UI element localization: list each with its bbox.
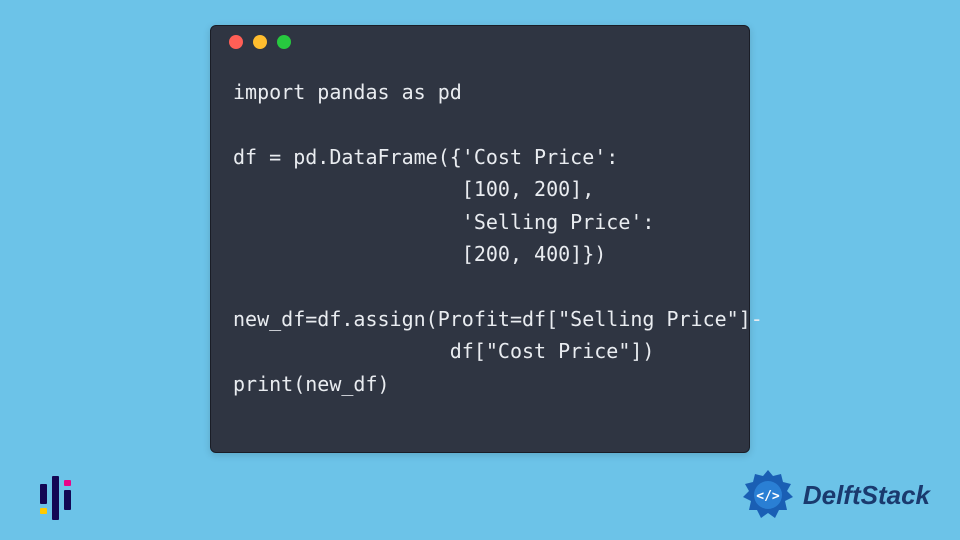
pandas-logo-icon xyxy=(40,476,76,520)
code-line: print(new_df) xyxy=(233,372,390,396)
code-line: df = pd.DataFrame({'Cost Price': xyxy=(233,145,618,169)
code-line: import pandas as pd xyxy=(233,80,462,104)
code-line: [200, 400]}) xyxy=(233,242,606,266)
code-line: [100, 200], xyxy=(233,177,594,201)
delftstack-logo: </> DelftStack xyxy=(741,468,930,522)
code-block: import pandas as pd df = pd.DataFrame({'… xyxy=(211,58,749,400)
code-line: 'Selling Price': xyxy=(233,210,654,234)
brand-name: DelftStack xyxy=(803,480,930,511)
code-window: import pandas as pd df = pd.DataFrame({'… xyxy=(210,25,750,453)
window-titlebar xyxy=(211,26,749,58)
close-icon[interactable] xyxy=(229,35,243,49)
code-line: df["Cost Price"]) xyxy=(233,339,654,363)
minimize-icon[interactable] xyxy=(253,35,267,49)
code-line: new_df=df.assign(Profit=df["Selling Pric… xyxy=(233,307,763,331)
svg-text:</>: </> xyxy=(756,489,780,504)
maximize-icon[interactable] xyxy=(277,35,291,49)
gear-icon: </> xyxy=(741,468,795,522)
